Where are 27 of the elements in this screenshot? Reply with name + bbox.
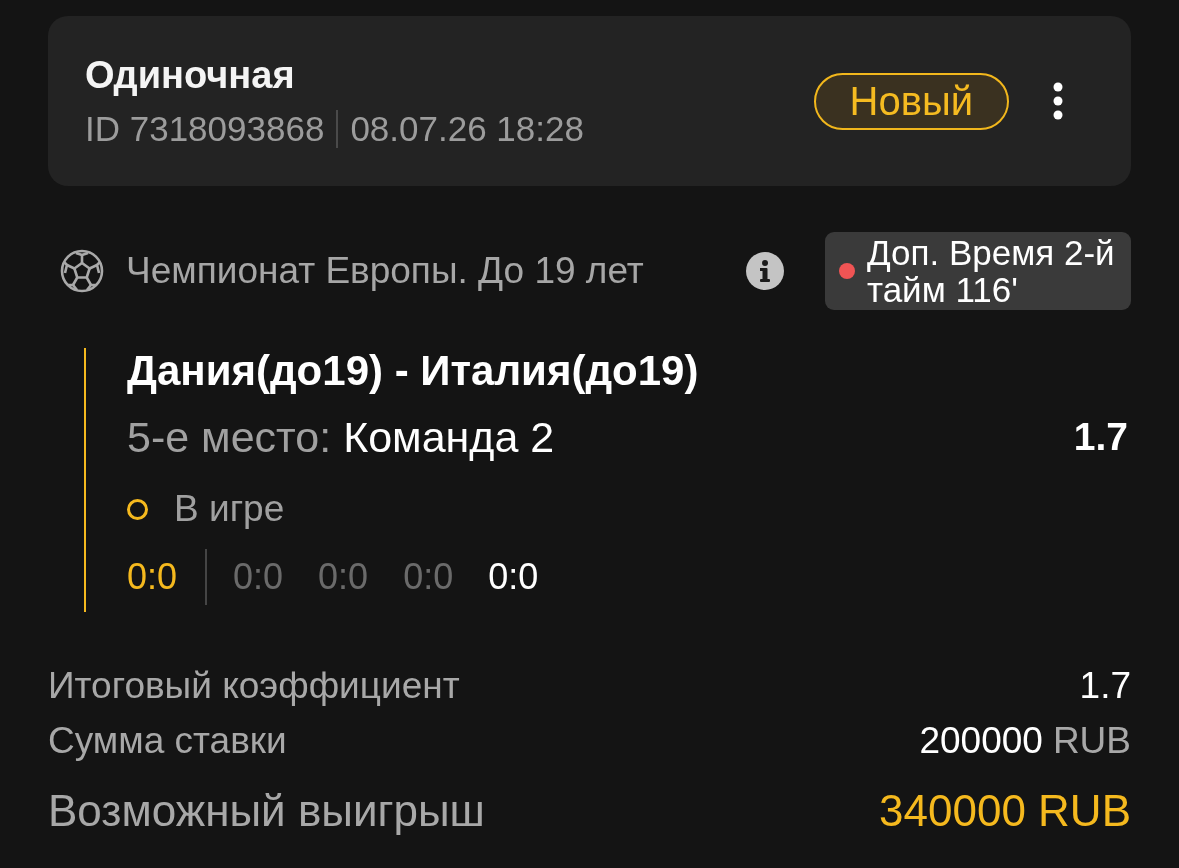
status-badge: Новый (813, 72, 1009, 130)
summary-value: 1.7 (1079, 664, 1131, 707)
bet-state: В игре (174, 487, 285, 531)
league-name: Чемпионат Европы. До 19 лет (126, 250, 644, 292)
match-name: Дания(до19) - Италия(до19) (127, 348, 700, 394)
summary-value: 200000 (919, 719, 1043, 762)
score: 0:0 (233, 556, 284, 598)
score: 0:0 (403, 556, 454, 598)
info-icon[interactable] (746, 252, 784, 290)
soccer-ball-icon (60, 249, 104, 293)
market-label: 5-е место: (127, 413, 332, 461)
bet-datetime: 08.07.26 18:28 (350, 109, 584, 149)
bet-id: ID 7318093868 (85, 109, 325, 149)
status-ring-icon (127, 498, 148, 520)
summary-label: Итоговый коэффициент (48, 664, 460, 707)
selection-name: Команда 2 (343, 413, 555, 461)
score: 0:0 (318, 556, 369, 598)
match-time: Доп. Время 2-й тайм 116' (867, 234, 1116, 308)
summary-label: Сумма ставки (48, 719, 287, 762)
bet-type: Одиночная (85, 53, 296, 97)
score: 0:0 (127, 556, 178, 598)
score: 0:0 (488, 556, 539, 598)
summary-label: Возможный выигрыш (48, 785, 485, 836)
currency-label: RUB (1052, 719, 1131, 762)
more-menu-icon[interactable] (1053, 82, 1063, 120)
summary-value: 340000 RUB (879, 785, 1131, 836)
odds-value: 1.7 (1073, 415, 1128, 459)
